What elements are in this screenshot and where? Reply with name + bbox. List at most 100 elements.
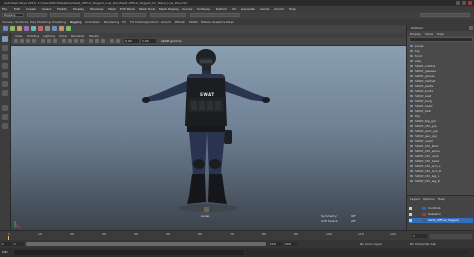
outliner-menu-display[interactable]: Display [410, 32, 421, 36]
outliner-row[interactable]: SWAT_body [410, 99, 432, 103]
layer-color-swatch[interactable] [422, 213, 426, 216]
shelf-tab-rendering[interactable]: Rendering [104, 20, 119, 24]
outliner-close-icon[interactable] [469, 26, 473, 30]
outliner-row[interactable]: SWAT_joint_grp [410, 129, 438, 133]
viewport[interactable]: SWAT persp Symmetry: Off Soft Select: Of… [11, 46, 406, 230]
menu-curves[interactable]: Curves [182, 7, 192, 11]
shelf-tab-mash[interactable]: MASH [189, 20, 198, 24]
render-icons[interactable] [150, 13, 186, 17]
shelf-tab-sculpting[interactable]: Sculpting [52, 20, 66, 24]
paint-select-icon[interactable] [2, 54, 8, 60]
lasso-tool-icon[interactable] [2, 45, 8, 51]
outliner-row[interactable]: SWAT_pants [410, 84, 433, 88]
ik-handle-icon[interactable] [10, 26, 15, 31]
shelf-tab-rigging[interactable]: Rigging [70, 20, 81, 24]
wireframe-icon[interactable] [62, 39, 66, 43]
menu-modify[interactable]: Modify [57, 7, 67, 11]
xray-icon[interactable] [116, 39, 120, 43]
menu-help[interactable]: Help [289, 7, 296, 11]
grid-icon[interactable] [41, 39, 45, 43]
outliner-row[interactable]: SWAT_head [410, 104, 432, 108]
layer-row-model[interactable]: Swat_Officer_Rigged [409, 218, 473, 223]
outliner-row[interactable]: SWAT_Ctrl_arm_R [410, 169, 441, 173]
character-set-dropdown[interactable]: No Character Set [410, 242, 436, 246]
constraint-icon[interactable] [59, 26, 64, 31]
outliner-menu-help[interactable]: Help [437, 32, 444, 36]
outliner-row[interactable]: SWAT_Ctrl_neck [410, 154, 439, 158]
menu-windows[interactable]: Windows [90, 7, 103, 11]
snap-icons[interactable] [84, 13, 118, 17]
joint-tool-icon[interactable] [3, 26, 8, 31]
shelf-tab-fx[interactable]: FX [122, 20, 126, 24]
outliner-layout-icon[interactable] [2, 123, 8, 129]
menu-display[interactable]: Display [73, 7, 84, 11]
playback-end-field[interactable]: 120 [270, 242, 282, 246]
lattice-icon[interactable] [45, 26, 50, 31]
image-plane-icon[interactable] [32, 39, 36, 43]
outliner-search-input[interactable] [409, 37, 473, 42]
command-input[interactable] [14, 250, 244, 255]
history-icons[interactable] [122, 13, 146, 17]
selection-mode-icons[interactable] [50, 13, 80, 17]
layer-color-swatch[interactable] [422, 207, 426, 210]
camera-attr-icon[interactable] [20, 39, 24, 43]
bind-skin-icon[interactable] [17, 26, 22, 31]
current-frame-field[interactable]: 1 [412, 234, 427, 238]
single-view-icon[interactable] [2, 105, 8, 111]
menu-mesh[interactable]: Mesh [108, 7, 116, 11]
layer-color-swatch[interactable] [422, 219, 426, 222]
outliner-row[interactable]: SWAT_glasses [410, 69, 436, 73]
textured-icon[interactable] [74, 39, 78, 43]
film-gate-icon[interactable] [47, 39, 51, 43]
outliner-row[interactable]: SWAT_Ctrl_spine [410, 149, 440, 153]
layers-menu-layers[interactable]: Layers [410, 197, 420, 201]
outliner-row[interactable]: SWAT_Rig_grp [410, 119, 436, 123]
menu-select[interactable]: Select [42, 7, 51, 11]
script-language-label[interactable]: MEL [2, 250, 8, 254]
outliner-row[interactable]: SWAT_belt [410, 109, 431, 113]
file-icons[interactable] [27, 13, 47, 17]
input-field-icons[interactable] [190, 13, 240, 17]
smooth-shade-icon[interactable] [68, 39, 72, 43]
menu-edit[interactable]: Edit [14, 7, 20, 11]
shadows-icon[interactable] [89, 39, 93, 43]
outliner-row[interactable]: SWAT_outline [410, 64, 435, 68]
outliner-row[interactable]: SWAT_gloves [410, 74, 435, 78]
menu-uv[interactable]: UV [232, 7, 236, 11]
gamma-field[interactable]: 1.00 [141, 39, 156, 43]
bookmark-icon[interactable] [26, 39, 30, 43]
outliner-row[interactable]: SWAT_Ctrl_arm_L [410, 164, 441, 168]
shelf-tab-arnold[interactable]: Arnold [161, 20, 171, 24]
minimize-button[interactable] [456, 1, 460, 5]
shelf-tab-custom[interactable]: Custom [147, 20, 159, 24]
paint-weights-icon[interactable] [24, 26, 29, 31]
menu-edit-mesh[interactable]: Edit Mesh [120, 7, 135, 11]
visibility-icon[interactable] [409, 213, 412, 216]
exposure-field[interactable]: 0.00 [124, 39, 139, 43]
playback-controls[interactable] [430, 234, 472, 239]
aa-icon[interactable] [101, 39, 105, 43]
shelf-tab-poly[interactable]: Poly Modeling [30, 20, 51, 24]
menu-deform[interactable]: Deform [216, 7, 227, 11]
outliner-row[interactable]: SWAT_helmet [410, 79, 435, 83]
close-button[interactable] [468, 1, 472, 5]
outliner-row[interactable]: SWAT_Ctrl_head [410, 159, 439, 163]
range-end-field[interactable]: 200 [285, 242, 297, 246]
menu-create[interactable]: Create [26, 7, 36, 11]
outliner-row[interactable]: SWAT_Ctrl_leg_L [410, 174, 439, 178]
outliner-row[interactable]: Rig [410, 114, 420, 118]
outliner-row[interactable]: SWAT_vest [410, 94, 431, 98]
last-tool-icon[interactable] [2, 90, 8, 96]
menu-file[interactable]: File [2, 7, 7, 11]
shelf-tab-curves[interactable]: Curves / Surfaces [2, 20, 28, 24]
shelf-tab-xgen[interactable]: XGen [226, 20, 234, 24]
panel-toggle-icons[interactable] [420, 13, 470, 17]
menu-mesh-display[interactable]: Mesh Display [159, 7, 179, 11]
menu-set-dropdown[interactable]: Rigging [2, 13, 24, 17]
range-start-field[interactable]: 1 [2, 242, 12, 246]
outliner-row[interactable]: SWAT_Ctrl_grp [410, 124, 437, 128]
scale-tool-icon[interactable] [2, 81, 8, 87]
outliner-row[interactable]: top [410, 49, 420, 53]
layer-row-controls[interactable]: Controls [409, 206, 473, 211]
orient-icon[interactable] [66, 26, 71, 31]
